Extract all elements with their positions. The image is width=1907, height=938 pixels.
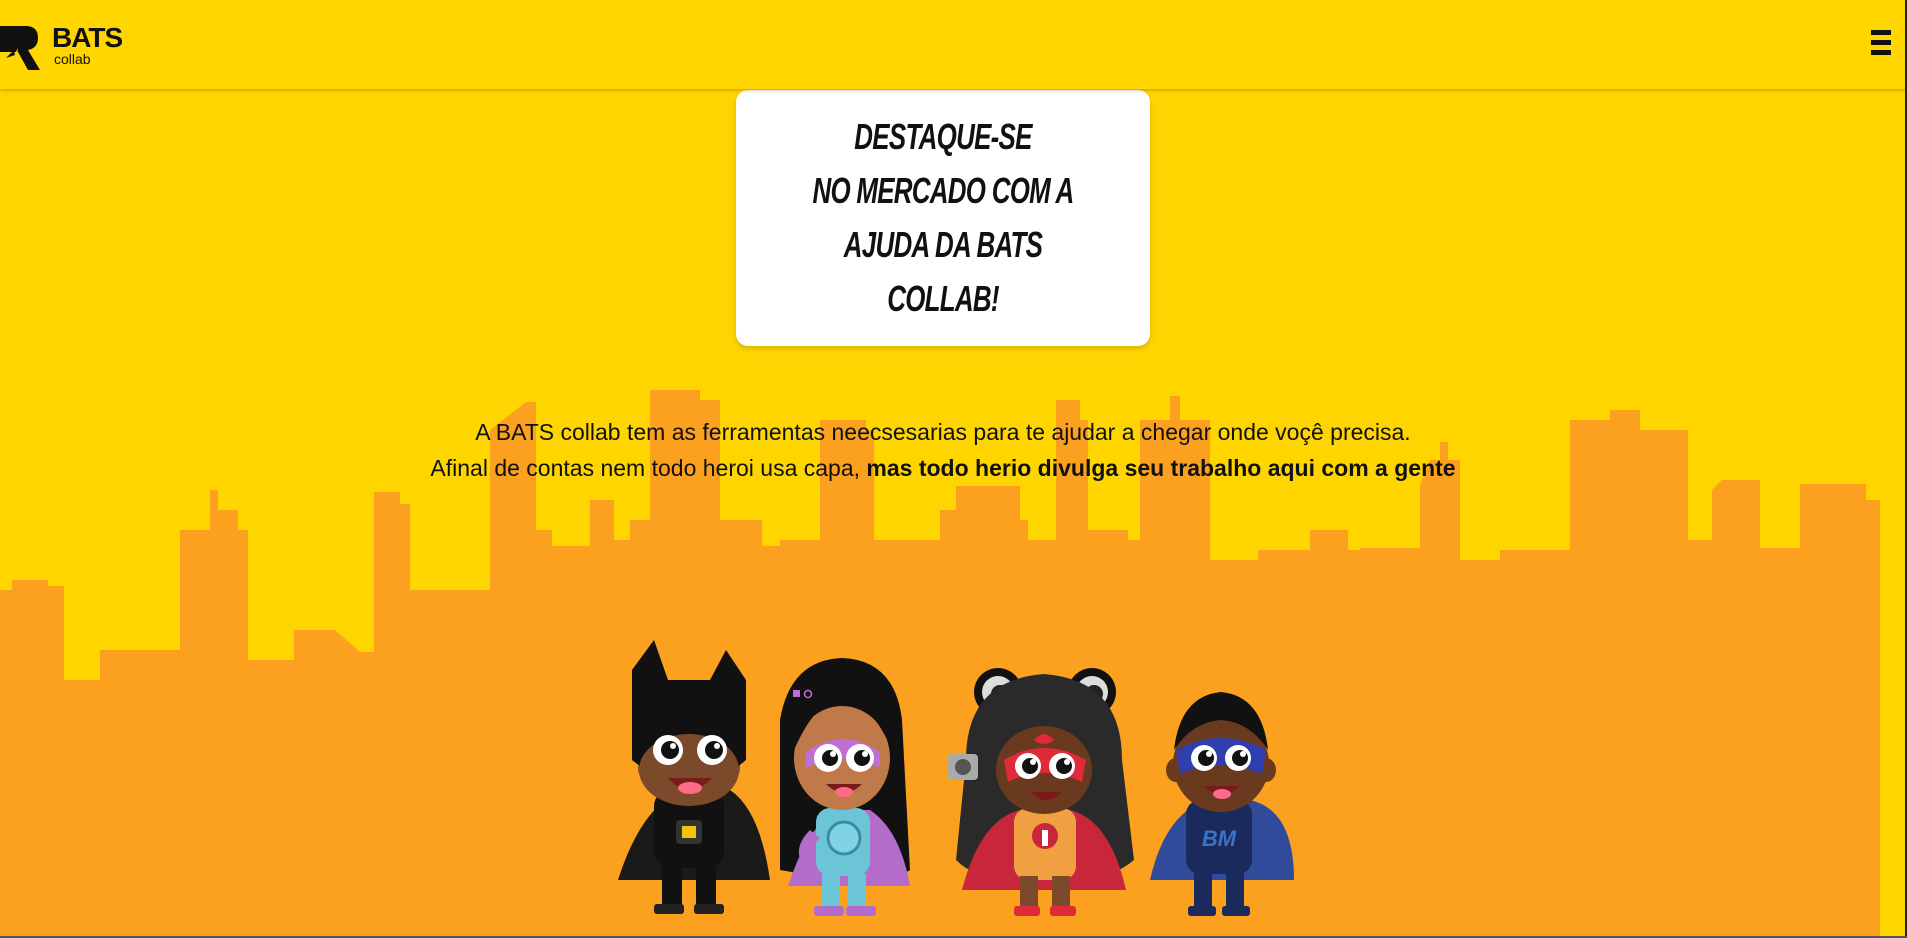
headline-card: DESTAQUE-SE NO MERCADO COM A AJUDA DA BA… [736, 90, 1150, 346]
headline-line-1: DESTAQUE-SE [854, 116, 1032, 157]
headline: DESTAQUE-SE NO MERCADO COM A AJUDA DA BA… [794, 110, 1092, 326]
bat-logo-icon [0, 26, 40, 70]
intro-line-2-bold: mas todo herio divulga seu trabalho aqui… [866, 455, 1456, 481]
bats-collab-logo[interactable]: BATS collab [0, 20, 140, 76]
site-header: BATS collab [0, 0, 1907, 89]
social-hero-figure [780, 658, 910, 916]
info-hero-figure [948, 668, 1134, 916]
hamburger-menu-icon[interactable] [1868, 28, 1894, 60]
code-hero-figure: BM [1150, 692, 1294, 916]
intro-line-2: Afinal de contas nem todo heroi usa capa… [0, 450, 1886, 486]
bat-hero-figure [618, 640, 770, 914]
headline-line-2: NO MERCADO COM A [812, 170, 1074, 211]
code-hero-badge: BM [1202, 826, 1237, 851]
intro-line-2-regular: Afinal de contas nem todo heroi usa capa… [430, 455, 867, 481]
intro-line-1: A BATS collab tem as ferramentas neecses… [475, 419, 1411, 445]
logo-subtitle: collab [54, 51, 91, 67]
heroes-illustration: BM [618, 640, 1294, 916]
intro-text: A BATS collab tem as ferramentas neecses… [0, 414, 1886, 486]
headline-line-3: AJUDA DA BATS COLLAB! [843, 224, 1043, 319]
logo-name: BATS [52, 22, 123, 53]
